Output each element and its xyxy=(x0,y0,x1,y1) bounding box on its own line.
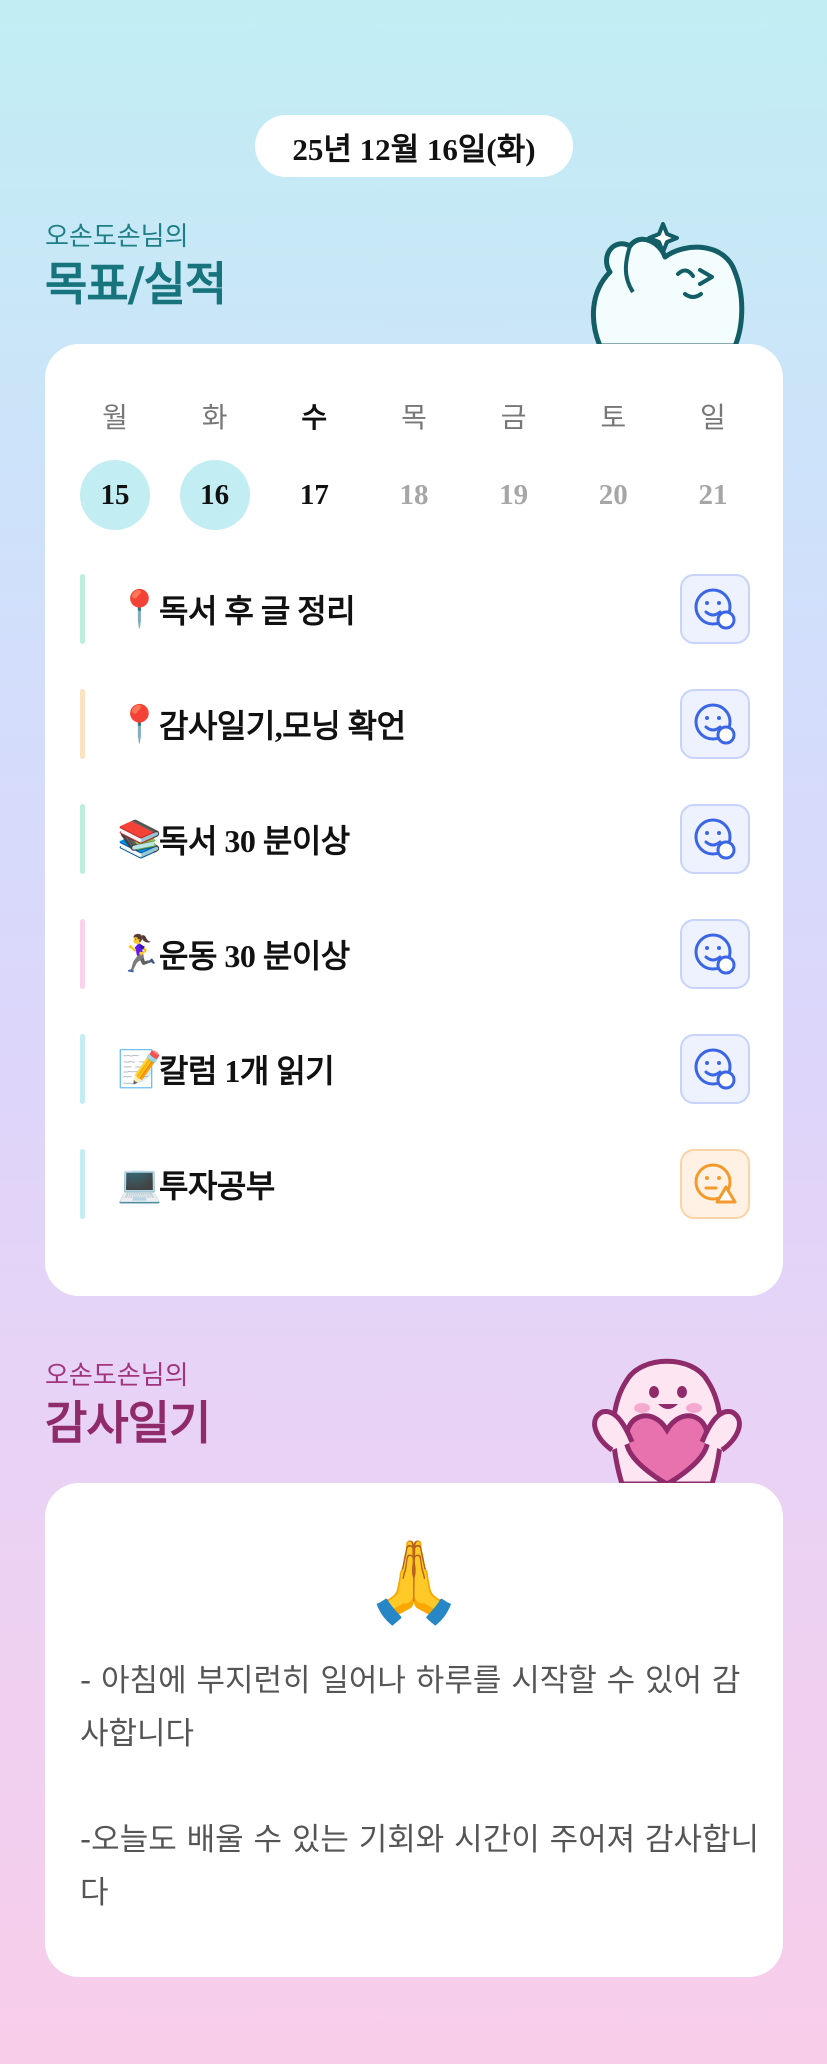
goal-status-button[interactable] xyxy=(680,1149,750,1219)
thanks-card: 🙏 - 아침에 부지런히 일어나 하루를 시작할 수 있어 감사합니다 -오늘도… xyxy=(45,1483,783,1977)
weekday-fri: 금 xyxy=(500,401,527,434)
mascot-heart-icon xyxy=(592,1358,742,1484)
goal-item[interactable]: 📍 감사일기,모닝 확언 xyxy=(80,689,750,759)
goal-text: 운동 30 분이상 xyxy=(159,938,350,974)
goal-text: 독서 30 분이상 xyxy=(159,823,350,859)
smile-check-icon xyxy=(694,1048,736,1090)
goal-status-button[interactable] xyxy=(680,574,750,644)
smile-check-icon xyxy=(694,703,736,745)
books-icon: 📚 xyxy=(117,819,162,860)
goal-color-bar xyxy=(80,689,85,759)
goal-item[interactable]: 📚 독서 30 분이상 xyxy=(80,804,750,874)
goals-card: 월 화 수 목 금 토 일 15 16 17 18 19 20 21 📍 독서 … xyxy=(45,344,783,1296)
day-19[interactable]: 19 xyxy=(479,460,549,530)
weekday-sat: 토 xyxy=(600,401,627,434)
goal-text: 독서 후 글 정리 xyxy=(159,593,356,629)
weekday-thu: 목 xyxy=(401,401,427,434)
smile-check-icon xyxy=(694,588,736,630)
goal-item[interactable]: 🏃‍♀️ 운동 30 분이상 xyxy=(80,919,750,989)
smile-check-icon xyxy=(694,818,736,860)
thanks-text: - 아침에 부지런히 일어나 하루를 시작할 수 있어 감사합니다 -오늘도 배… xyxy=(80,1663,760,1911)
goal-list: 📍 독서 후 글 정리 📍 감사일기,모닝 확언 xyxy=(80,574,750,1264)
pin-icon: 📍 xyxy=(117,704,162,745)
memo-icon: 📝 xyxy=(117,1049,162,1090)
goal-status-button[interactable] xyxy=(680,1034,750,1104)
smile-check-icon xyxy=(694,933,736,975)
goal-text: 투자공부 xyxy=(159,1168,275,1204)
goal-color-bar xyxy=(80,1149,85,1219)
goal-color-bar xyxy=(80,919,85,989)
date-pill: 25년 12월 16일(화) xyxy=(255,115,573,177)
thanks-title: 감사일기 xyxy=(45,1396,211,1450)
date-label: 25년 12월 16일(화) xyxy=(292,131,536,167)
weekday-tue: 화 xyxy=(201,401,228,434)
pin-icon: 📍 xyxy=(117,589,162,630)
goal-status-button[interactable] xyxy=(680,689,750,759)
goal-color-bar xyxy=(80,1034,85,1104)
goal-color-bar xyxy=(80,574,85,644)
day-18[interactable]: 18 xyxy=(379,460,449,530)
goal-status-button[interactable] xyxy=(680,919,750,989)
day-16[interactable]: 16 xyxy=(179,460,250,530)
goal-color-bar xyxy=(80,804,85,874)
goal-item[interactable]: 📍 독서 후 글 정리 xyxy=(80,574,750,644)
smile-warning-icon xyxy=(694,1163,737,1204)
day-20[interactable]: 20 xyxy=(578,460,648,530)
day-row: 15 16 17 18 19 20 21 xyxy=(80,460,748,530)
mascot-goals-icon xyxy=(590,222,745,346)
weekday-mon: 월 xyxy=(102,401,128,434)
weekday-row: 월 화 수 목 금 토 일 xyxy=(80,396,748,436)
goal-text: 칼럼 1개 읽기 xyxy=(159,1053,335,1089)
goal-status-button[interactable] xyxy=(680,804,750,874)
day-17[interactable]: 17 xyxy=(279,460,349,530)
goal-item[interactable]: 💻 투자공부 xyxy=(80,1149,750,1219)
weekday-wed: 수 xyxy=(301,401,328,434)
day-15[interactable]: 15 xyxy=(80,460,150,530)
laptop-icon: 💻 xyxy=(117,1164,162,1205)
goal-text: 감사일기,모닝 확언 xyxy=(159,708,406,744)
pray-icon: 🙏 xyxy=(364,1535,464,1628)
runner-icon: 🏃‍♀️ xyxy=(117,934,162,975)
goals-title: 목표/실적 xyxy=(45,257,227,311)
weekday-sun: 일 xyxy=(700,401,726,434)
day-21[interactable]: 21 xyxy=(678,460,748,530)
goal-item[interactable]: 📝 칼럼 1개 읽기 xyxy=(80,1034,750,1104)
